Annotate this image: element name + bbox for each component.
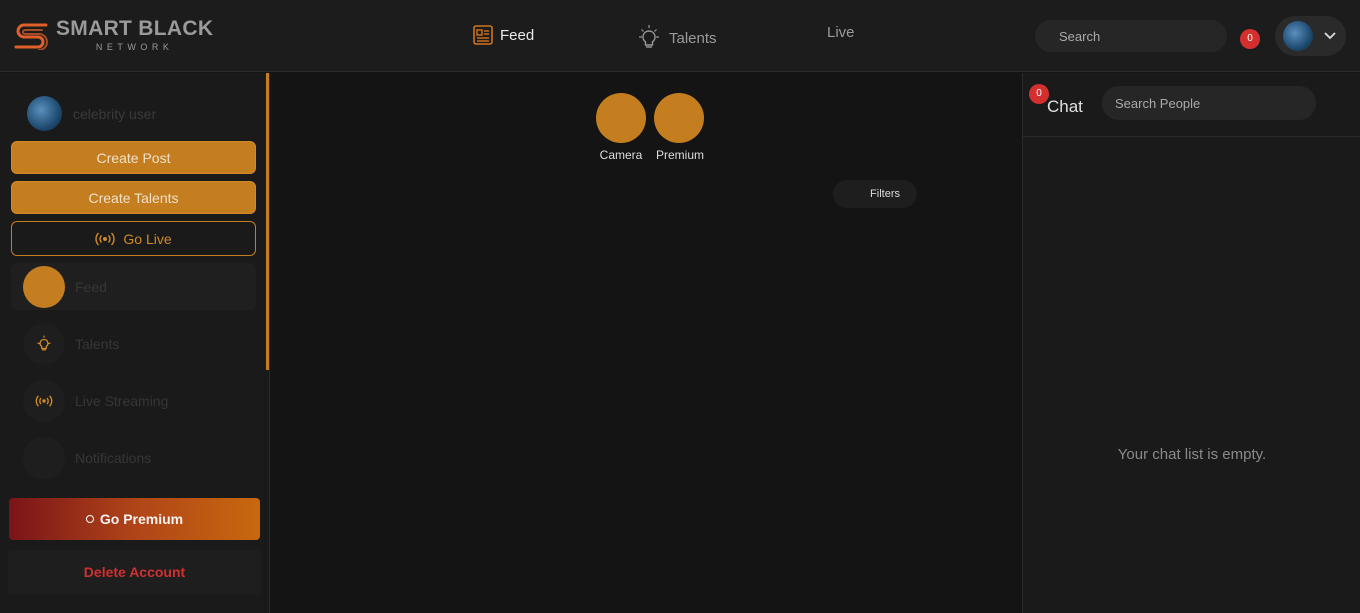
bell-icon [23,436,65,479]
chat-unread-badge: 0 [1029,84,1049,104]
logo[interactable]: SMART BLACK NETWORK [12,18,213,52]
sidebar-item-live-streaming[interactable]: Live Streaming [11,377,256,424]
feed-icon [473,25,493,45]
account-menu-button[interactable] [1275,16,1346,56]
bulb-icon [639,25,659,48]
top-bar: SMART BLACK NETWORK Feed Talents Live Se… [0,0,1360,72]
sidebar-scrollbar[interactable] [266,73,269,370]
chat-header: 0 Chat [1023,73,1360,137]
logo-title: SMART BLACK [56,17,214,40]
search-input[interactable] [1035,20,1227,52]
circle-icon [85,515,94,523]
nav-live-label: Live [827,24,855,41]
nav-talents[interactable]: Talents [635,24,717,52]
go-live-button[interactable]: Go Live [11,221,256,256]
sidebar-item-label: Live Streaming [75,392,169,409]
logo-mark-icon [14,23,48,50]
nav-talents-label: Talents [669,29,717,47]
chevron-down-icon [1324,32,1336,40]
delete-account-button[interactable]: Delete Account [8,550,261,595]
avatar [1283,21,1313,51]
sidebar-item-talents[interactable]: Talents [11,320,256,367]
nav-feed[interactable]: Feed [472,24,534,46]
search-people-input[interactable] [1102,86,1316,120]
go-premium-label: Go Premium [99,511,184,527]
camera-button[interactable] [596,93,646,143]
feed-icon [23,265,65,308]
logo-subtitle: NETWORK [95,42,174,52]
sidebar: celebrity user Create Post Create Talent… [0,73,270,613]
bulb-icon [37,335,51,350]
go-live-label: Go Live [123,230,172,247]
nav-live[interactable]: Live [827,24,855,41]
sidebar-item-label: Talents [75,335,120,352]
sidebar-item-notifications[interactable]: Notifications [11,434,256,481]
nav-feed-label: Feed [500,26,535,44]
premium-label: Premium [655,148,704,162]
create-talents-button[interactable]: Create Talents [11,181,256,214]
main-feed: Camera Premium Filters [270,73,1022,613]
filters-button[interactable]: Filters [833,180,917,208]
sidebar-item-feed[interactable]: Feed [11,263,256,310]
sidebar-item-label: Notifications [75,449,152,466]
go-premium-button[interactable]: Go Premium [9,498,260,540]
user-name: celebrity user [73,105,157,122]
sidebar-item-label: Feed [75,278,107,295]
chat-panel: 0 Chat Your chat list is empty. [1022,73,1360,613]
chat-empty-message: Your chat list is empty. [1117,446,1267,463]
camera-label: Camera [599,148,643,162]
broadcast-icon [35,394,53,407]
create-post-button[interactable]: Create Post [11,141,256,174]
notification-badge[interactable]: 0 [1240,29,1260,49]
broadcast-icon [95,232,116,245]
user-avatar [27,96,62,131]
user-profile-link[interactable]: celebrity user [27,96,156,131]
chat-title: Chat [1047,97,1083,116]
premium-button[interactable] [654,93,704,143]
